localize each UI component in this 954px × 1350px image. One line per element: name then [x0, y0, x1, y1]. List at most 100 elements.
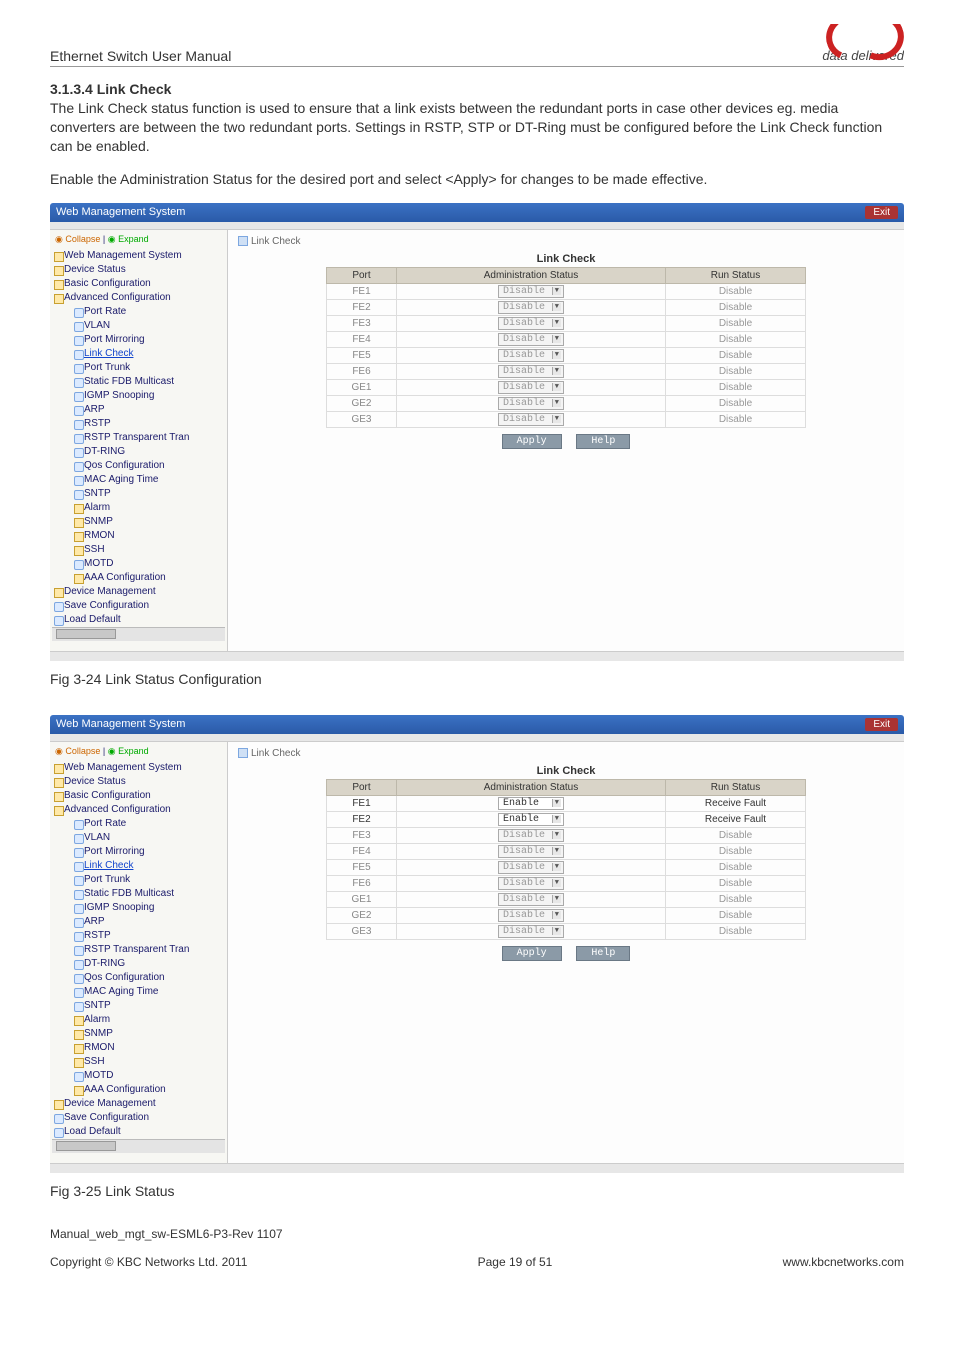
tree-item[interactable]: DT-RING	[72, 957, 225, 971]
table-row: FE3DisableDisable	[327, 315, 806, 331]
tree-root[interactable]: Web Management System	[52, 249, 225, 263]
tree-item[interactable]: Port Rate	[72, 305, 225, 319]
tree-item[interactable]: AAA Configuration	[72, 571, 225, 585]
tree-item[interactable]: ARP	[72, 403, 225, 417]
collapse-link[interactable]: ◉ Collapse	[55, 234, 100, 244]
table-row: FE1DisableDisable	[327, 283, 806, 299]
table-row: FE4DisableDisable	[327, 331, 806, 347]
tree-advanced-config[interactable]: Advanced Configuration Port RateVLANPort…	[52, 291, 225, 585]
window-titlebar: Web Management System Exit	[50, 715, 904, 734]
tree-item[interactable]: RMON	[72, 1041, 225, 1055]
tree-item[interactable]: DT-RING	[72, 445, 225, 459]
tree-item[interactable]: SNTP	[72, 487, 225, 501]
admin-status-select[interactable]: Disable	[498, 317, 564, 330]
tree-item[interactable]: Link Check	[72, 347, 225, 361]
tree-device-status[interactable]: Device Status	[52, 775, 225, 789]
tree-device-status[interactable]: Device Status	[52, 263, 225, 277]
cell-run: Disable	[666, 315, 806, 331]
tree-root[interactable]: Web Management System	[52, 761, 225, 775]
admin-status-select[interactable]: Disable	[498, 397, 564, 410]
admin-status-select[interactable]: Disable	[498, 413, 564, 426]
tree-item[interactable]: SSH	[72, 1055, 225, 1069]
tree-load-default[interactable]: Load Default	[52, 613, 225, 627]
admin-status-select[interactable]: Disable	[498, 909, 564, 922]
tree-item[interactable]: IGMP Snooping	[72, 901, 225, 915]
tree-item[interactable]: SNMP	[72, 1027, 225, 1041]
main-pane: Link Check Link Check Port Administratio…	[228, 742, 904, 1163]
help-button[interactable]: Help	[576, 946, 630, 961]
tree-save-config[interactable]: Save Configuration	[52, 599, 225, 613]
tree-item[interactable]: RMON	[72, 529, 225, 543]
tree-advanced-config[interactable]: Advanced Configuration Port RateVLANPort…	[52, 803, 225, 1097]
admin-status-select[interactable]: Disable	[498, 925, 564, 938]
tree-item[interactable]: IGMP Snooping	[72, 389, 225, 403]
tree-device-mgmt[interactable]: Device Management	[52, 585, 225, 599]
tree-basic-config[interactable]: Basic Configuration	[52, 277, 225, 291]
tree-item[interactable]: Alarm	[72, 501, 225, 515]
admin-status-select[interactable]: Disable	[498, 333, 564, 346]
admin-status-select[interactable]: Disable	[498, 845, 564, 858]
tree-item[interactable]: Qos Configuration	[72, 971, 225, 985]
apply-button[interactable]: Apply	[502, 946, 562, 961]
link-check-table: Port Administration Status Run Status FE…	[326, 779, 806, 940]
cell-run: Receive Fault	[666, 795, 806, 811]
admin-status-select[interactable]: Disable	[498, 301, 564, 314]
tree-load-default[interactable]: Load Default	[52, 1125, 225, 1139]
cell-port: FE1	[327, 283, 397, 299]
exit-button[interactable]: Exit	[865, 718, 898, 731]
link-check-table: Port Administration Status Run Status FE…	[326, 267, 806, 428]
tree-basic-config[interactable]: Basic Configuration	[52, 789, 225, 803]
admin-status-select[interactable]: Disable	[498, 381, 564, 394]
tree-item[interactable]: Link Check	[72, 859, 225, 873]
tree-item[interactable]: SNTP	[72, 999, 225, 1013]
tree-item[interactable]: MAC Aging Time	[72, 473, 225, 487]
tree-item[interactable]: MOTD	[72, 557, 225, 571]
tree-item[interactable]: Port Mirroring	[72, 333, 225, 347]
admin-status-select[interactable]: Disable	[498, 861, 564, 874]
tree-item[interactable]: RSTP	[72, 417, 225, 431]
admin-status-select[interactable]: Disable	[498, 877, 564, 890]
sidebar-scrollbar[interactable]	[52, 627, 225, 641]
admin-status-select[interactable]: Disable	[498, 365, 564, 378]
toolbar-strip	[50, 734, 904, 742]
tree-device-mgmt[interactable]: Device Management	[52, 1097, 225, 1111]
admin-status-select[interactable]: Enable	[498, 797, 564, 810]
tree-item[interactable]: RSTP Transparent Tran	[72, 943, 225, 957]
table-row: GE3DisableDisable	[327, 923, 806, 939]
admin-status-select[interactable]: Enable	[498, 813, 564, 826]
tree-item[interactable]: MOTD	[72, 1069, 225, 1083]
admin-status-select[interactable]: Disable	[498, 829, 564, 842]
tree-item[interactable]: VLAN	[72, 831, 225, 845]
help-button[interactable]: Help	[576, 434, 630, 449]
sidebar-scrollbar[interactable]	[52, 1139, 225, 1153]
tree-item[interactable]: Port Trunk	[72, 873, 225, 887]
admin-status-select[interactable]: Disable	[498, 285, 564, 298]
tree-item[interactable]: RSTP Transparent Tran	[72, 431, 225, 445]
tree-item[interactable]: Port Trunk	[72, 361, 225, 375]
expand-link[interactable]: ◉ Expand	[108, 746, 149, 756]
exit-button[interactable]: Exit	[865, 206, 898, 219]
tree-item[interactable]: SNMP	[72, 515, 225, 529]
tree-item[interactable]: Static FDB Multicast	[72, 887, 225, 901]
table-row: GE2DisableDisable	[327, 395, 806, 411]
tree-item[interactable]: Port Rate	[72, 817, 225, 831]
expand-link[interactable]: ◉ Expand	[108, 234, 149, 244]
tree-item[interactable]: ARP	[72, 915, 225, 929]
tree-item[interactable]: AAA Configuration	[72, 1083, 225, 1097]
table-row: GE3DisableDisable	[327, 411, 806, 427]
tree-item[interactable]: MAC Aging Time	[72, 985, 225, 999]
nav-tree: Web Management System Device Status Basi…	[52, 249, 225, 627]
tree-item[interactable]: SSH	[72, 543, 225, 557]
tree-item[interactable]: Static FDB Multicast	[72, 375, 225, 389]
tree-item[interactable]: RSTP	[72, 929, 225, 943]
collapse-expand-bar: ◉ Collapse | ◉ Expand	[52, 232, 225, 247]
admin-status-select[interactable]: Disable	[498, 349, 564, 362]
collapse-link[interactable]: ◉ Collapse	[55, 746, 100, 756]
tree-item[interactable]: VLAN	[72, 319, 225, 333]
apply-button[interactable]: Apply	[502, 434, 562, 449]
tree-item[interactable]: Qos Configuration	[72, 459, 225, 473]
tree-item[interactable]: Port Mirroring	[72, 845, 225, 859]
tree-save-config[interactable]: Save Configuration	[52, 1111, 225, 1125]
tree-item[interactable]: Alarm	[72, 1013, 225, 1027]
admin-status-select[interactable]: Disable	[498, 893, 564, 906]
